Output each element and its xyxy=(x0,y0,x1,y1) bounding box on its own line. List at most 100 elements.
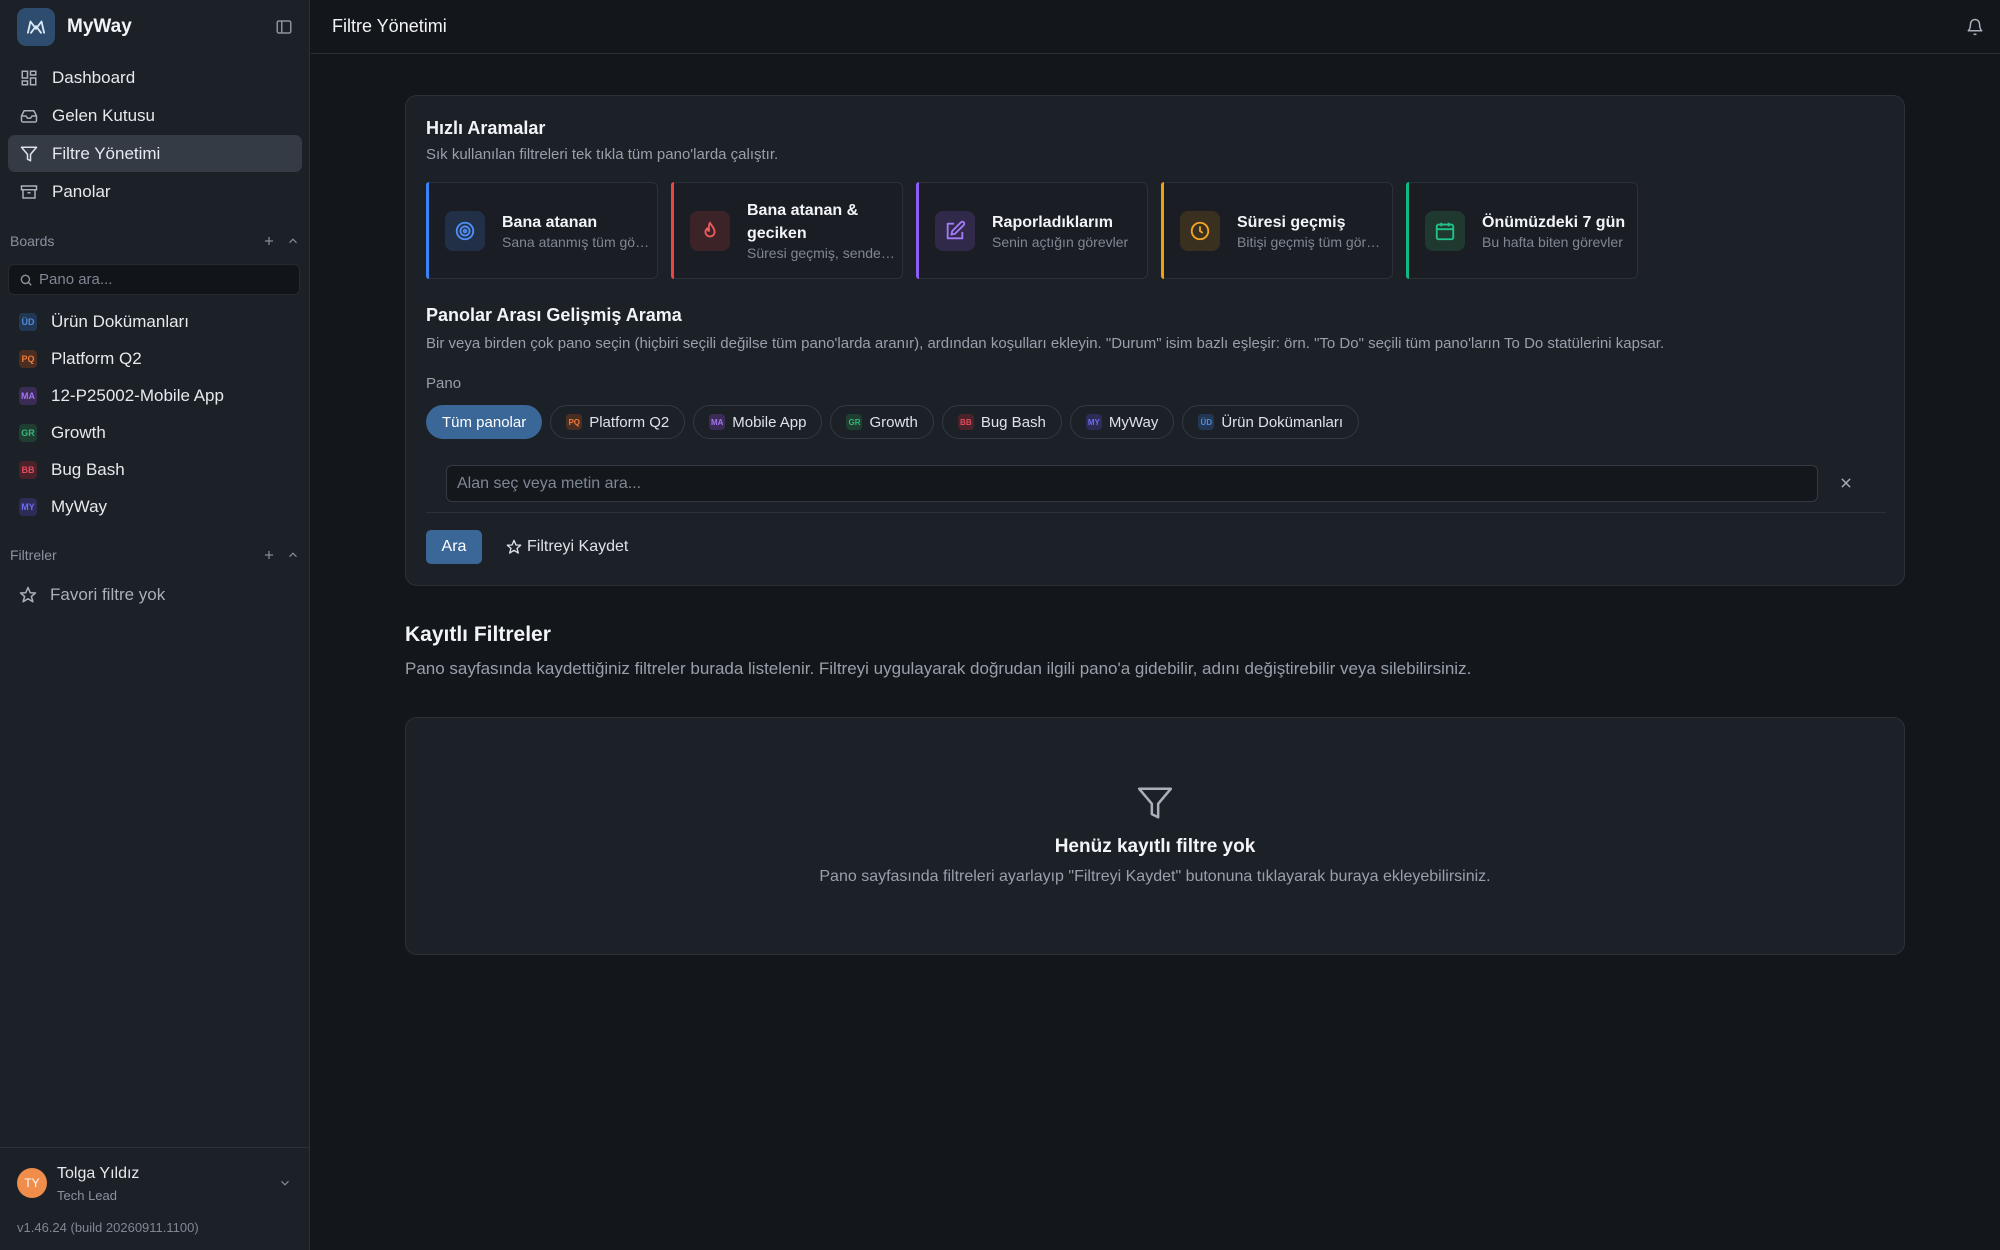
condition-input-wrapper xyxy=(446,465,1818,502)
chevron-up-icon[interactable] xyxy=(286,234,300,248)
board-item-urun-dokumanlari[interactable]: ÜD Ürün Dokümanları xyxy=(8,303,302,340)
boards-section-header: Boards xyxy=(10,230,300,252)
pano-label: Pano xyxy=(426,375,462,392)
chip-urun-dokumanlari[interactable]: ÜD Ürün Dokümanları xyxy=(1182,405,1360,439)
chip-label: Tüm panolar xyxy=(442,413,527,431)
clock-icon xyxy=(1190,221,1210,240)
bell-icon[interactable] xyxy=(1966,18,1984,36)
star-icon xyxy=(506,539,522,554)
main-nav: Dashboard Gelen Kutusu Filtre Yönetimi P… xyxy=(8,59,302,211)
quick-icon xyxy=(1425,210,1465,251)
chevron-down-icon[interactable] xyxy=(278,1176,292,1190)
close-icon[interactable] xyxy=(1839,476,1853,490)
quick-search-reported[interactable]: Raporladıklarım Senin açtığın görevler xyxy=(916,182,1148,279)
nav-item-filter-management[interactable]: Filtre Yönetimi xyxy=(8,135,302,172)
logo-icon xyxy=(26,20,46,34)
nav-item-label: Dashboard xyxy=(52,67,136,87)
save-filter-button[interactable]: Filtreyi Kaydet xyxy=(506,530,628,564)
board-item-bug-bash[interactable]: BB Bug Bash xyxy=(8,451,302,488)
chip-all-boards[interactable]: Tüm panolar xyxy=(426,405,543,439)
board-list: ÜD Ürün Dokümanları PQ Platform Q2 MA 12… xyxy=(8,303,302,525)
brand: MyWay xyxy=(17,8,293,46)
divider xyxy=(426,512,1886,513)
board-badge: GR xyxy=(19,423,37,442)
inbox-icon xyxy=(20,109,38,123)
app-version: v1.46.24 (build 20260911.1100) xyxy=(17,1220,199,1235)
grid-icon xyxy=(21,70,37,85)
accent-bar xyxy=(1406,182,1409,279)
avatar: TY xyxy=(17,1168,47,1198)
board-badge: GR xyxy=(846,414,863,430)
quick-search-list: Bana atanan Sana atanmış tüm görevler Ba… xyxy=(426,182,1638,279)
chip-growth[interactable]: GR Growth xyxy=(830,405,934,439)
board-item-label: MyWay xyxy=(51,496,108,516)
nav-item-label: Filtre Yönetimi xyxy=(52,143,161,163)
chip-label: Bug Bash xyxy=(980,413,1046,431)
accent-bar xyxy=(426,182,429,279)
search-button[interactable]: Ara xyxy=(426,530,482,564)
board-item-growth[interactable]: GR Growth xyxy=(8,414,302,451)
empty-state-title: Henüz kayıtlı filtre yok xyxy=(1054,836,1256,857)
chip-label: Growth xyxy=(869,413,918,431)
save-filter-label: Filtreyi Kaydet xyxy=(527,538,629,555)
favorite-filters-empty: Favori filtre yok xyxy=(19,583,165,607)
sidebar-toggle-icon[interactable] xyxy=(275,18,293,36)
flame-icon xyxy=(704,221,716,237)
quick-search-overdue[interactable]: Süresi geçmiş Bitişi geçmiş tüm görevler xyxy=(1161,182,1393,279)
chip-label: Mobile App xyxy=(732,413,807,431)
saved-filters-title: Kayıtlı Filtreler xyxy=(405,623,551,646)
chip-bug-bash[interactable]: BB Bug Bash xyxy=(941,405,1062,439)
quick-searches-title: Hızlı Aramalar xyxy=(426,118,546,138)
accent-bar xyxy=(916,182,919,279)
accent-bar xyxy=(671,182,674,279)
board-item-mobile-app[interactable]: MA 12-P25002-Mobile App xyxy=(8,377,302,414)
saved-filters-empty-state: Henüz kayıtlı filtre yok Pano sayfasında… xyxy=(405,717,1905,955)
quick-searches-subtitle: Sık kullanılan filtreleri tek tıkla tüm … xyxy=(426,146,779,163)
quick-title: Raporladıklarım xyxy=(992,213,1113,231)
quick-desc: Bu hafta biten görevler xyxy=(1482,233,1623,250)
board-item-label: Growth xyxy=(51,422,106,442)
add-filter-icon[interactable] xyxy=(262,548,276,562)
quick-search-assigned[interactable]: Bana atanan Sana atanmış tüm görevler xyxy=(426,182,658,279)
search-card: Hızlı Aramalar Sık kullanılan filtreleri… xyxy=(405,95,1905,586)
sidebar: MyWay Dashboard Gelen Kutusu Filtre Yöne… xyxy=(0,0,310,1250)
condition-input[interactable] xyxy=(457,474,1817,493)
quick-icon xyxy=(1180,210,1220,251)
chip-label: Platform Q2 xyxy=(589,413,670,431)
nav-item-inbox[interactable]: Gelen Kutusu xyxy=(8,97,302,134)
archive-icon xyxy=(20,184,38,199)
nav-item-boards[interactable]: Panolar xyxy=(8,173,302,210)
chevron-up-icon[interactable] xyxy=(286,548,300,562)
nav-item-label: Panolar xyxy=(52,181,111,201)
quick-search-next-7-days[interactable]: Önümüzdeki 7 gün Bu hafta biten görevler xyxy=(1406,182,1638,279)
board-badge: MY xyxy=(1085,414,1102,430)
board-badge: ÜD xyxy=(19,312,37,331)
chip-mobile-app[interactable]: MA Mobile App xyxy=(693,405,823,439)
filters-section-label: Filtreler xyxy=(10,547,57,563)
board-badge: PQ xyxy=(19,349,37,368)
add-board-icon[interactable] xyxy=(262,234,276,248)
empty-state-subtitle: Pano sayfasında filtreleri ayarlayıp "Fi… xyxy=(819,868,1491,885)
board-item-label: 12-P25002-Mobile App xyxy=(51,385,224,405)
target-icon xyxy=(455,221,475,240)
board-item-platform-q2[interactable]: PQ Platform Q2 xyxy=(8,340,302,377)
quick-title: Bana atanan xyxy=(502,213,598,231)
chip-label: MyWay xyxy=(1108,413,1159,431)
nav-item-dashboard[interactable]: Dashboard xyxy=(8,59,302,96)
quick-title: Önümüzdeki 7 gün xyxy=(1482,213,1626,231)
chip-platform-q2[interactable]: PQ Platform Q2 xyxy=(550,405,686,439)
board-badge: MY xyxy=(19,497,37,516)
quick-search-assigned-overdue[interactable]: Bana atanan & geciken Süresi geçmiş, sen… xyxy=(671,182,903,279)
search-icon xyxy=(20,274,32,286)
advanced-search-subtitle: Bir veya birden çok pano seçin (hiçbiri … xyxy=(426,335,1665,352)
brand-logo[interactable] xyxy=(17,8,55,46)
user-menu[interactable]: TY Tolga Yıldız Tech Lead v1.46.24 (buil… xyxy=(0,1147,310,1250)
board-item-label: Ürün Dokümanları xyxy=(51,311,189,331)
chip-myway[interactable]: MY MyWay xyxy=(1069,405,1175,439)
edit-icon xyxy=(946,220,966,239)
board-item-myway[interactable]: MY MyWay xyxy=(8,488,302,525)
quick-title: Bana atanan & geciken xyxy=(747,202,859,242)
topbar: Filtre Yönetimi xyxy=(311,0,2000,54)
board-search-input[interactable] xyxy=(39,271,289,288)
quick-icon xyxy=(935,210,975,251)
